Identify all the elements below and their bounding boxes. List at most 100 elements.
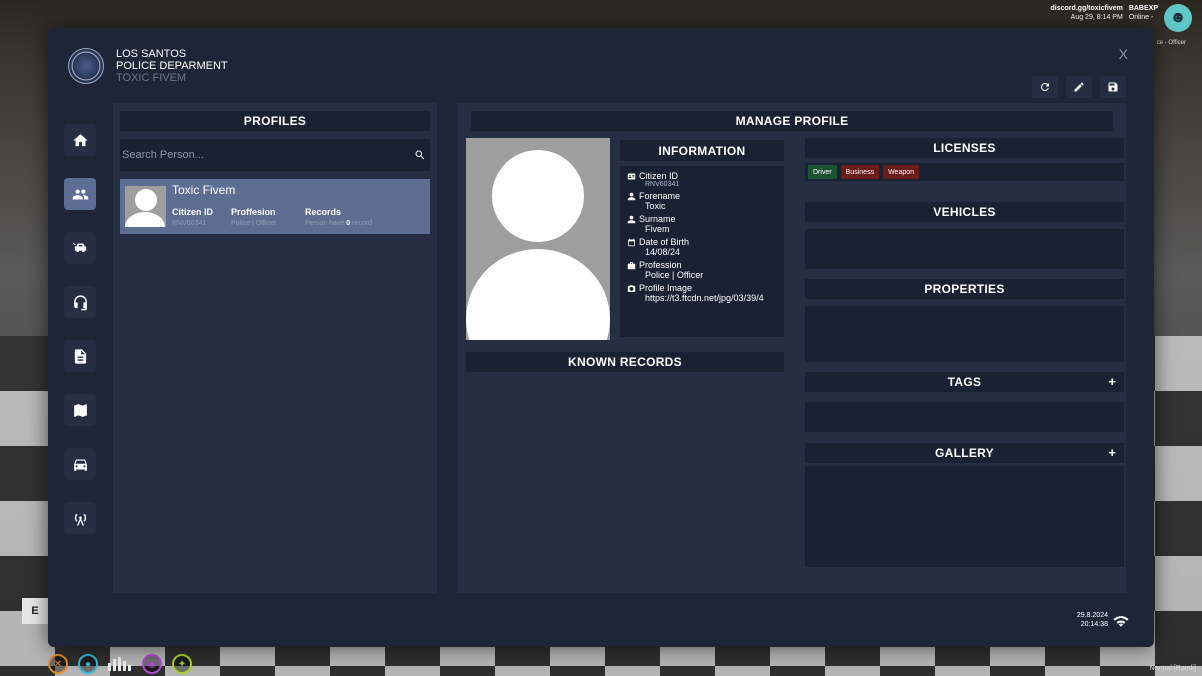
footer-datetime: 29.8.2024 20:14:38 — [1077, 611, 1108, 629]
sidebar-item-reports[interactable] — [64, 340, 96, 372]
brand-line-2: POLICE DEPARMENT — [116, 60, 228, 72]
records-prefix: Person have — [305, 220, 345, 227]
edit-button[interactable] — [1066, 76, 1092, 98]
license-badge[interactable]: Business — [840, 165, 880, 179]
info-label: Date of Birth — [639, 237, 690, 247]
info-value: Fivem — [645, 224, 670, 234]
refresh-button[interactable] — [1032, 76, 1058, 98]
information-title: INFORMATION — [620, 140, 784, 161]
document-icon — [74, 348, 86, 364]
info-profile-image: Profile Image https://t3.ftcdn.net/jpg/0… — [627, 283, 784, 303]
search-bar — [120, 139, 430, 171]
card-records: Records Person have 0 record — [305, 207, 372, 227]
hud-datetime: Aug 29, 8:14 PM — [1070, 14, 1123, 21]
profile-details-column: LICENSES Driver Business Weapon VEHICLES… — [805, 138, 1124, 567]
info-citizen-id: Citizen ID RNV60341 — [627, 171, 784, 188]
user-icon — [627, 215, 636, 223]
tags-title: TAGS — [805, 372, 1124, 392]
home-icon — [72, 133, 88, 146]
search-input[interactable] — [122, 149, 414, 161]
info-label: Profession — [639, 260, 682, 270]
refresh-icon — [1040, 82, 1049, 91]
hunger-icon: ✕ — [48, 654, 68, 674]
hud-avatar: ☻ — [1164, 4, 1192, 32]
profile-photo — [466, 138, 610, 340]
info-value: RNV60341 — [645, 181, 680, 188]
info-forename: Forename Toxic — [627, 191, 784, 211]
sidebar-item-incidents[interactable] — [64, 232, 96, 264]
license-badge[interactable]: Weapon — [883, 165, 920, 179]
vehicles-title: VEHICLES — [805, 202, 1124, 222]
radio-tower-icon — [74, 513, 86, 526]
stress-icon: ◉ — [142, 654, 162, 674]
hud-status-name: BABEXP — [1128, 5, 1158, 12]
headset-icon — [73, 294, 87, 310]
sidebar-item-profiles[interactable] — [64, 178, 96, 210]
sidebar-item-radio[interactable] — [64, 502, 96, 534]
info-profession: Profession Police | Officer — [627, 260, 784, 280]
profiles-title: PROFILES — [120, 111, 430, 131]
profiles-panel: PROFILES Toxic Fivem Citizen ID RNV60341… — [113, 103, 437, 593]
users-icon — [72, 189, 88, 199]
police-seal-icon — [68, 48, 104, 84]
car-icon — [73, 459, 87, 471]
user-icon — [627, 192, 636, 200]
info-surname: Surname Fivem — [627, 214, 784, 234]
camera-icon — [627, 284, 636, 292]
add-gallery-button[interactable]: + — [1108, 445, 1116, 460]
card-profession-label: Proffesion — [231, 207, 276, 217]
hud-status-online: Online - — [1128, 14, 1154, 21]
close-button[interactable]: X — [1119, 46, 1128, 62]
briefcase-icon — [627, 261, 636, 269]
calendar-icon — [628, 238, 635, 246]
card-citizen-id-label: Citizen ID — [172, 207, 214, 217]
sidebar-item-home[interactable] — [64, 124, 96, 156]
card-profession-value: Police | Officer — [231, 220, 277, 227]
sidebar-item-dispatch[interactable] — [64, 286, 96, 318]
information-section: INFORMATION Citizen ID RNV60341 Forename… — [620, 140, 784, 337]
map-icon — [73, 403, 87, 417]
mdt-tablet: LOS SANTOS POLICE DEPARMENT TOXIC FIVEM … — [48, 28, 1154, 647]
card-profession: Proffesion Police | Officer — [231, 207, 305, 227]
id-card-icon — [627, 173, 636, 179]
info-dob: Date of Birth 14/08/24 — [627, 237, 784, 257]
brand-line-3: TOXIC FIVEM — [116, 72, 187, 84]
properties-title: PROPERTIES — [805, 279, 1124, 299]
license-badge[interactable]: Driver — [808, 165, 837, 179]
hud-discord-link: discord.gg/toxicfivem — [1050, 5, 1123, 12]
info-value: Police | Officer — [645, 270, 704, 280]
profile-card-body: Toxic Fivem Citizen ID RNV60341 Proffesi… — [172, 183, 425, 227]
known-records-section: KNOWN RECORDS — [466, 352, 784, 372]
profile-card-fields: Citizen ID RNV60341 Proffesion Police | … — [172, 207, 425, 227]
card-citizen-id-value: RNV60341 — [172, 220, 207, 227]
footer-time: 20:14:38 — [1080, 621, 1108, 628]
hud-discord: discord.gg/toxicfivem Aug 29, 8:14 PM — [1050, 4, 1122, 22]
hud-voice-mode: Normal [Ramfi] — [1149, 665, 1196, 672]
add-tag-button[interactable]: + — [1108, 374, 1116, 389]
manage-profile-panel: MANAGE PROFILE INFORMATION Citizen ID RN… — [458, 103, 1126, 593]
save-button[interactable] — [1100, 76, 1126, 98]
gallery-list — [805, 466, 1124, 567]
department-brand: LOS SANTOS POLICE DEPARMENT TOXIC FIVEM — [68, 48, 228, 84]
manage-profile-title: MANAGE PROFILE — [471, 111, 1113, 131]
profile-toolbar — [1032, 76, 1126, 98]
gallery-title: GALLERY — [805, 443, 1124, 463]
sidebar-item-map[interactable] — [64, 394, 96, 426]
search-icon[interactable] — [414, 149, 426, 161]
card-citizen-id: Citizen ID RNV60341 — [172, 207, 231, 227]
sidebar-item-vehicles[interactable] — [64, 448, 96, 480]
save-icon — [1108, 82, 1118, 92]
wifi-icon — [1113, 616, 1129, 627]
profile-avatar — [125, 186, 166, 227]
profile-card[interactable]: Toxic Fivem Citizen ID RNV60341 Proffesi… — [120, 179, 430, 234]
brand-text: LOS SANTOS POLICE DEPARMENT TOXIC FIVEM — [116, 48, 228, 84]
info-value[interactable]: https://t3.ftcdn.net/jpg/03/39/4 — [627, 293, 784, 303]
vehicles-list — [805, 229, 1124, 269]
card-records-label: Records — [305, 207, 342, 217]
card-records-value: Person have 0 record — [305, 220, 372, 227]
info-value: Toxic — [645, 201, 666, 211]
info-value: 14/08/24 — [645, 247, 681, 257]
voice-level-icon — [108, 657, 132, 671]
interact-key-hint: E — [22, 598, 48, 624]
car-crash-icon — [72, 242, 86, 252]
